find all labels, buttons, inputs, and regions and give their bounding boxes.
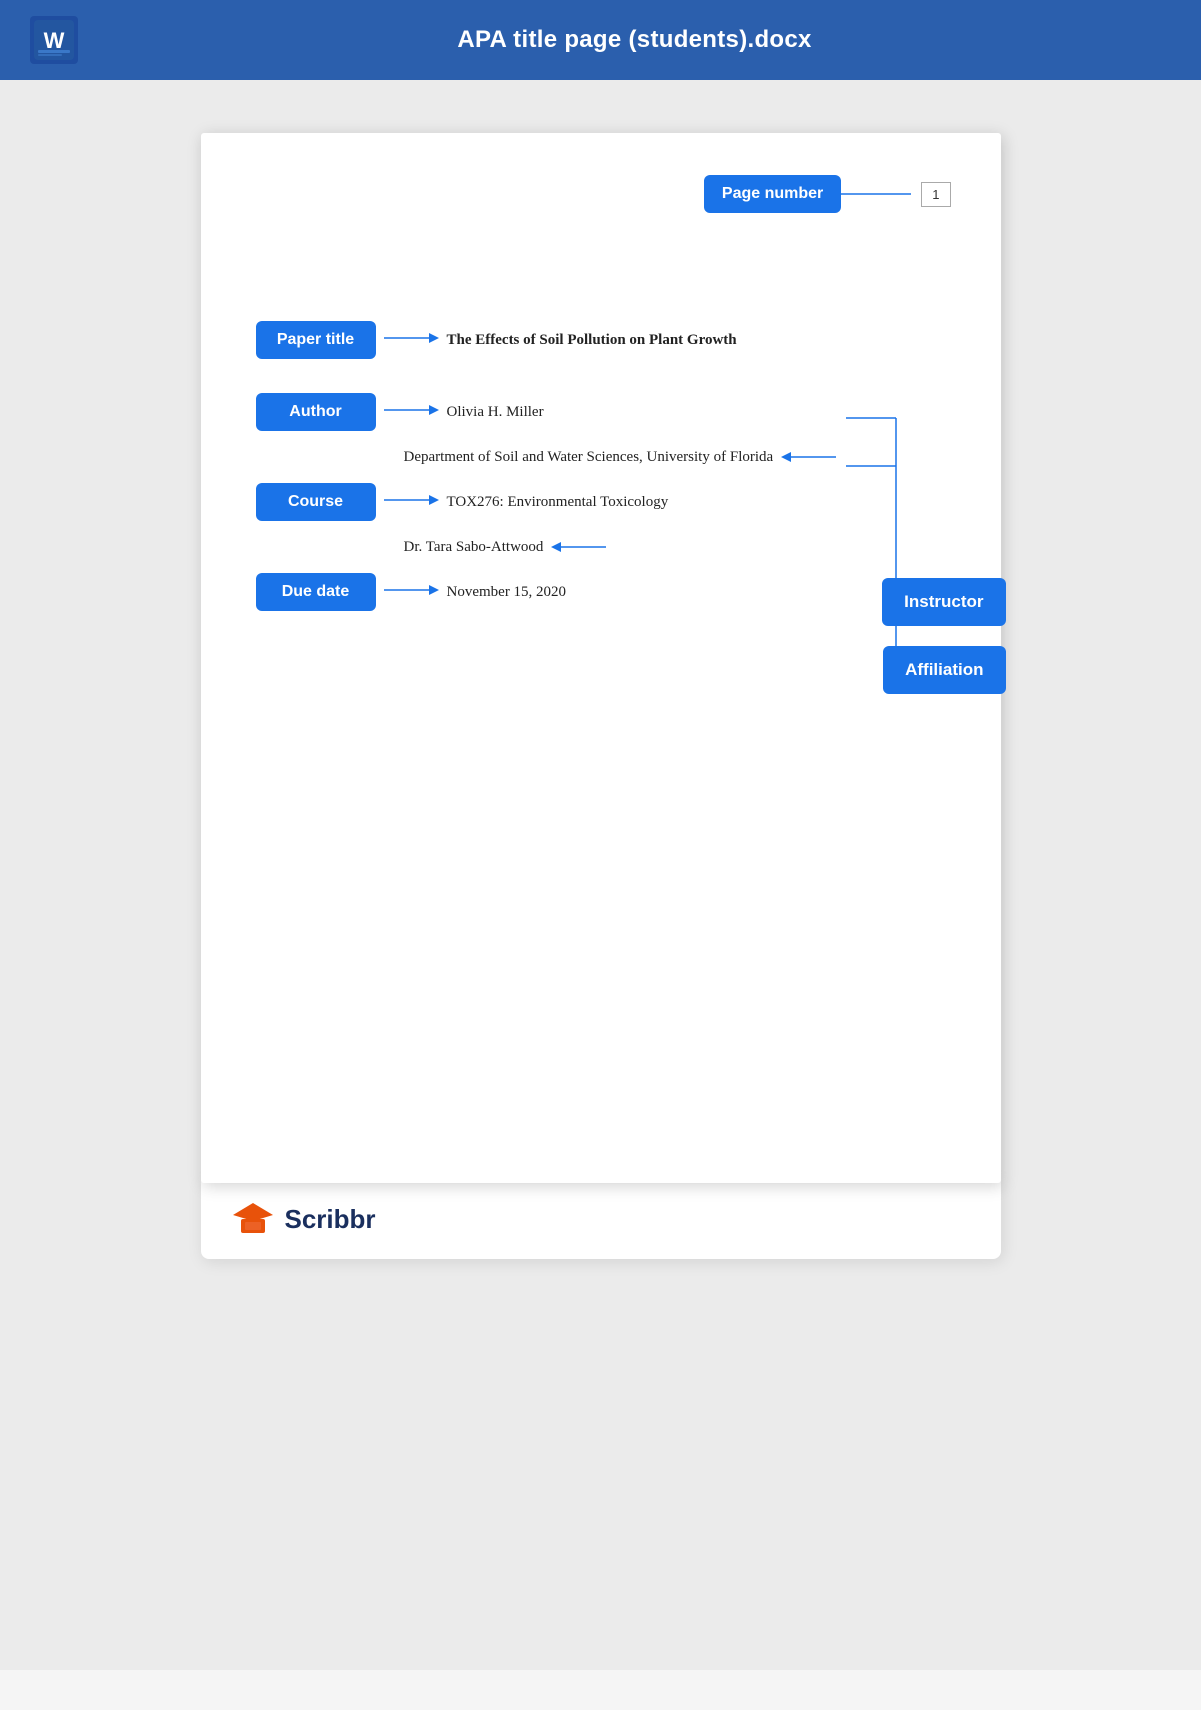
word-icon: W [30, 16, 78, 64]
affiliation-text-arrow [781, 447, 836, 467]
due-date-row: Due date November 15, 2020 [256, 570, 946, 614]
paper-title-row: Paper title The Effects of Soil Pollutio… [256, 318, 946, 362]
due-date-value: November 15, 2020 [447, 584, 567, 601]
author-value: Olivia H. Miller [447, 404, 544, 421]
page-number-connector [841, 184, 921, 204]
right-labels: Instructor Affiliation [882, 578, 1005, 694]
affiliation-text-row: Department of Soil and Water Sciences, U… [256, 442, 946, 472]
author-arrow [384, 400, 439, 425]
due-date-label: Due date [256, 573, 376, 611]
instructor-text-value: Dr. Tara Sabo-Attwood [404, 539, 544, 556]
annotation-layout: Paper title The Effects of Soil Pollutio… [256, 318, 946, 614]
instructor-text-arrow [551, 537, 606, 557]
document-page: Page number 1 Paper title [201, 133, 1001, 1183]
course-value: TOX276: Environmental Toxicology [447, 494, 669, 511]
header-bar: W APA title page (students).docx [0, 0, 1201, 80]
author-label: Author [256, 393, 376, 431]
affiliation-floating-label: Affiliation [883, 646, 1005, 694]
scribbr-brand: Scribbr [285, 1204, 376, 1235]
author-row: Author Olivia H. Miller [256, 390, 946, 434]
page-outer: W APA title page (students).docx Page nu… [0, 0, 1201, 1710]
page-number-label: Page number [704, 175, 841, 213]
due-date-arrow [384, 580, 439, 605]
course-row: Course TOX276: Environmental Toxicology [256, 480, 946, 524]
course-label: Course [256, 483, 376, 521]
scribbr-icon [231, 1197, 275, 1241]
paper-title-value: The Effects of Soil Pollution on Plant G… [447, 332, 737, 349]
paper-title-label: Paper title [256, 321, 376, 359]
instructor-floating-label: Instructor [882, 578, 1005, 626]
paper-title-arrow [384, 328, 439, 353]
page-number-section: Page number 1 [704, 175, 951, 213]
footer-scribbr: Scribbr [201, 1179, 1001, 1259]
affiliation-text-value: Department of Soil and Water Sciences, U… [404, 449, 774, 466]
header-title: APA title page (students).docx [98, 26, 1171, 54]
instructor-text-row: Dr. Tara Sabo-Attwood [256, 532, 946, 562]
page-number-box: 1 [921, 182, 950, 207]
course-arrow [384, 490, 439, 515]
svg-text:W: W [44, 28, 65, 53]
